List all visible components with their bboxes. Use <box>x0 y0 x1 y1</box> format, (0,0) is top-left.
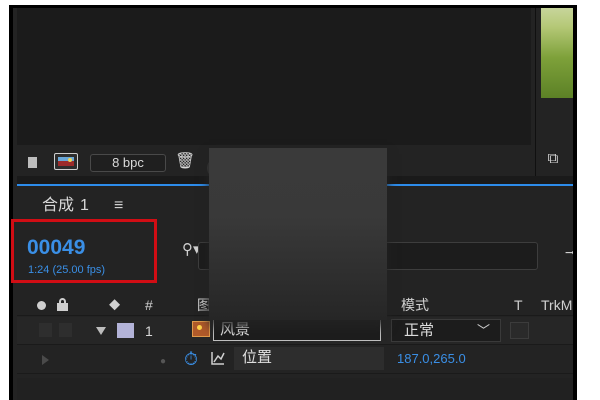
bit-depth-button[interactable]: 8 bpc <box>90 154 166 172</box>
chevron-down-icon: ﹀ <box>476 323 490 338</box>
trash-icon[interactable]: 🗑 <box>175 153 195 171</box>
video-switch[interactable] <box>39 323 52 337</box>
after-effects-window: ⧉ 8 bpc 🗑 合成 1 ≡ 00049 1:24 (25.00 fps) ⚲… <box>13 8 573 400</box>
lock-icon[interactable] <box>57 298 68 311</box>
graph-icon[interactable] <box>210 350 226 366</box>
preserve-transparency-checkbox[interactable] <box>510 322 529 339</box>
layer-row[interactable]: 1 风景 正常 ﹀ <box>17 317 573 345</box>
layer-number: 1 <box>145 323 153 339</box>
col-t-header[interactable]: T <box>514 295 523 315</box>
toggle-square-icon[interactable] <box>28 157 37 168</box>
timeline-nav-icon[interactable]: ⊸ <box>565 244 573 261</box>
property-name: 位置 <box>234 347 384 370</box>
label-color-swatch[interactable] <box>117 323 134 338</box>
keyframe-nav-icon: ● <box>160 356 167 367</box>
comp-tab-label: 合成 <box>42 197 75 214</box>
property-value[interactable]: 187.0,265.0 <box>397 350 466 368</box>
stopwatch-icon[interactable]: ⏱ <box>184 348 198 370</box>
blurred-region <box>209 148 387 320</box>
comp-tab-number: 1 <box>80 197 89 214</box>
col-trkmat-header[interactable]: TrkM <box>541 295 572 315</box>
blend-mode-value: 正常 <box>404 322 435 339</box>
hamburger-menu-icon[interactable]: ≡ <box>114 196 123 216</box>
blend-mode-select[interactable]: 正常 ﹀ <box>391 319 501 342</box>
app-frame: ⧉ 8 bpc 🗑 合成 1 ≡ 00049 1:24 (25.00 fps) ⚲… <box>9 5 577 400</box>
frame-rate-info: 1:24 (25.00 fps) <box>28 264 106 276</box>
expand-arrow-icon[interactable] <box>96 327 106 335</box>
comp-tab[interactable]: 合成 1 <box>42 196 89 216</box>
footage-thumbnail[interactable] <box>541 8 573 98</box>
image-icon[interactable] <box>54 153 78 170</box>
property-row[interactable]: ● ⏱ 位置 187.0,265.0 <box>17 346 573 374</box>
snapshot-icon[interactable]: ⧉ <box>544 151 562 167</box>
col-num-header: # <box>145 297 153 313</box>
composition-viewer[interactable] <box>17 8 531 145</box>
label-tag-icon[interactable]: ⬥ <box>109 295 120 315</box>
timeline-bottom <box>17 378 573 400</box>
col-mode-header[interactable]: 模式 <box>401 295 429 315</box>
image-layer-icon <box>192 321 210 337</box>
layer-name[interactable]: 风景 <box>213 318 381 341</box>
collapse-arrow-icon[interactable] <box>42 355 49 365</box>
lock-switch[interactable] <box>59 323 72 337</box>
current-time-display[interactable]: 00049 <box>27 237 85 259</box>
visibility-eye-icon[interactable] <box>37 301 46 310</box>
side-panel: ⧉ <box>535 8 573 176</box>
